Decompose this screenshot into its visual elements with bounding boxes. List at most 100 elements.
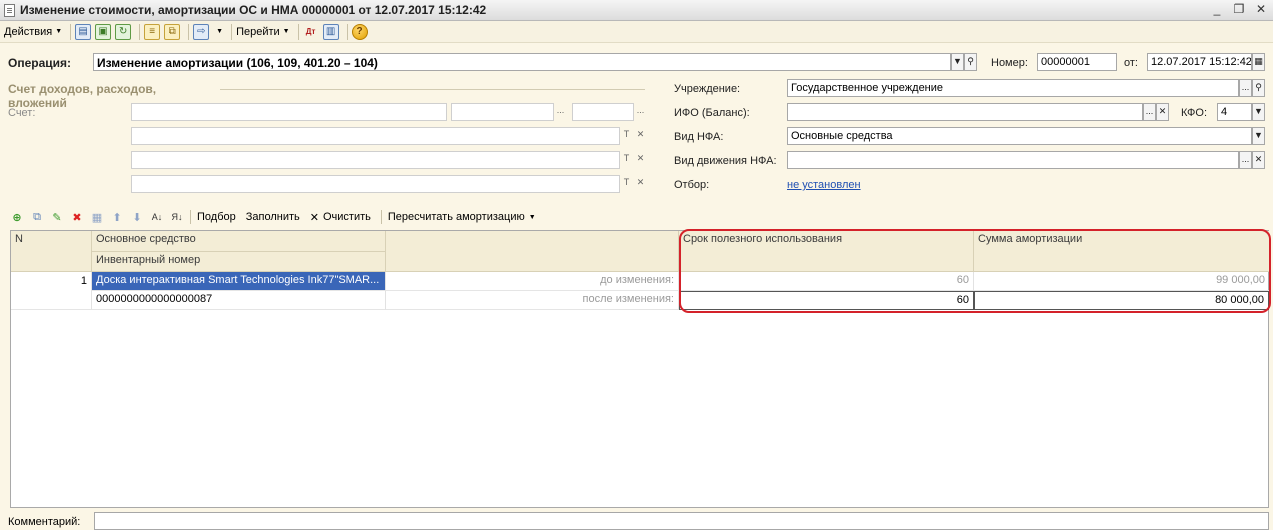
clear-icon[interactable]: ✕: [634, 151, 647, 169]
toolbar-separator: [346, 23, 348, 40]
filter-label: Отбор:: [674, 179, 710, 191]
highlight-annotation: [679, 229, 1271, 313]
toolbar-separator: [188, 23, 190, 40]
copy-document-icon[interactable]: ⧉: [164, 23, 181, 40]
copy-row-icon[interactable]: ⧉: [30, 210, 44, 224]
move-up-icon[interactable]: ⬆: [110, 210, 124, 224]
ifo-clear-icon[interactable]: ✕: [1156, 103, 1169, 121]
clear-button[interactable]: ✕ Очистить: [310, 211, 371, 224]
asset-cell[interactable]: Доска интерактивная Smart Technologies I…: [92, 272, 386, 291]
goto-menu-label: Перейти: [236, 25, 280, 38]
kfo-field[interactable]: 4: [1217, 103, 1252, 121]
window-title: Изменение стоимости, амортизации ОС и НМ…: [20, 3, 487, 17]
clear-button-label: Очистить: [322, 211, 371, 223]
inventory-cell[interactable]: 0000000000000000087: [92, 291, 386, 310]
text-type-icon[interactable]: T: [620, 151, 633, 169]
calendar-icon[interactable]: ▦: [1252, 53, 1265, 71]
window-titlebar: Изменение стоимости, амортизации ОС и НМ…: [0, 0, 1273, 21]
actions-menu[interactable]: Действия ▼: [4, 26, 62, 38]
document-icon: [4, 3, 15, 17]
ifo-field[interactable]: [787, 103, 1143, 121]
move-down-icon[interactable]: ⬇: [130, 210, 144, 224]
operation-dropdown-button[interactable]: ▼: [951, 53, 964, 71]
number-field[interactable]: 00000001: [1037, 53, 1117, 71]
account-field[interactable]: [131, 103, 447, 121]
comment-field[interactable]: [94, 512, 1269, 530]
account-subfield-1-select-button[interactable]: ...: [554, 103, 567, 121]
add-row-icon[interactable]: ⊕: [10, 210, 24, 224]
select-button[interactable]: Подбор: [197, 211, 236, 223]
after-change-label: после изменения:: [386, 291, 679, 310]
kfo-dropdown-button[interactable]: ▼: [1252, 103, 1265, 121]
nfa-movement-field[interactable]: [787, 151, 1239, 169]
dropdown-arrow-icon: ▼: [216, 28, 224, 35]
ifo-select-button[interactable]: ...: [1143, 103, 1156, 121]
column-header-inventory[interactable]: Инвентарный номер: [92, 252, 386, 272]
document-movements-icon[interactable]: ≡: [144, 23, 161, 40]
nfa-type-label: Вид НФА:: [674, 131, 724, 143]
post-document-icon[interactable]: ▣: [95, 23, 112, 40]
row-number[interactable]: 1: [11, 272, 92, 310]
operation-search-icon[interactable]: ⚲: [964, 53, 977, 71]
close-window-button[interactable]: ✕: [1253, 2, 1269, 16]
grid-toolbar-separator: [190, 210, 191, 224]
analytics-field-3[interactable]: [131, 175, 620, 193]
print-form-icon[interactable]: ▥: [322, 23, 339, 40]
institution-search-icon[interactable]: ⚲: [1252, 79, 1265, 97]
text-type-icon[interactable]: T: [620, 127, 633, 145]
grid-toolbar: ⊕ ⧉ ✎ ✖ ▦ ⬆ ⬇ A↓ Я↓ Подбор Заполнить ✕ О…: [10, 207, 546, 227]
save-icon[interactable]: ▤: [75, 23, 92, 40]
recalculate-amortization-menu[interactable]: Пересчитать амортизацию ▼: [388, 211, 536, 223]
debit-credit-icon[interactable]: Дт: [303, 24, 319, 40]
restore-button[interactable]: ❐: [1231, 2, 1247, 16]
clear-icon[interactable]: ✕: [634, 175, 647, 193]
ifo-label: ИФО (Баланс):: [674, 107, 750, 119]
edit-row-icon[interactable]: ✎: [50, 210, 64, 224]
account-subfield-2-select-button[interactable]: ...: [634, 103, 647, 121]
dropdown-arrow-icon: ▼: [528, 213, 536, 221]
sort-descending-icon[interactable]: Я↓: [170, 210, 184, 224]
actions-menu-label: Действия: [4, 25, 53, 38]
account-label: Счет:: [8, 107, 36, 119]
main-toolbar: Действия ▼ ▤ ▣ ↻ ≡ ⧉ ⇨ ▼ Перейти ▼ Дт ▥ …: [0, 21, 1273, 43]
end-edit-icon[interactable]: ▦: [90, 210, 104, 224]
help-icon[interactable]: ?: [351, 23, 368, 40]
nfa-type-field[interactable]: Основные средства: [787, 127, 1252, 145]
section-divider: [220, 89, 645, 90]
number-label: Номер:: [991, 57, 1028, 69]
institution-field[interactable]: Государственное учреждение: [787, 79, 1239, 97]
sort-ascending-icon[interactable]: A↓: [150, 210, 164, 224]
minimize-button[interactable]: _: [1209, 2, 1225, 16]
fill-button[interactable]: Заполнить: [246, 211, 300, 223]
date-label: от:: [1124, 57, 1138, 69]
nfa-type-dropdown-button[interactable]: ▼: [1252, 127, 1265, 145]
grid-toolbar-separator: [380, 210, 382, 224]
analytics-field-1[interactable]: [131, 127, 620, 145]
column-header-n[interactable]: N: [11, 231, 92, 272]
analytics-field-2[interactable]: [131, 151, 620, 169]
toolbar-separator: [231, 23, 233, 40]
date-field[interactable]: 12.07.2017 15:12:42: [1147, 53, 1252, 71]
column-header-asset[interactable]: Основное средство: [92, 231, 386, 252]
clear-icon[interactable]: ✕: [634, 127, 647, 145]
based-on-menu[interactable]: ⇨ ▼: [193, 23, 224, 40]
goto-menu[interactable]: Перейти ▼: [236, 26, 290, 38]
create-based-on-icon: ⇨: [193, 23, 210, 40]
operation-field[interactable]: Изменение амортизации (106, 109, 401.20 …: [93, 53, 951, 71]
delete-row-icon[interactable]: ✖: [70, 210, 84, 224]
filter-link[interactable]: не установлен: [787, 179, 861, 191]
text-type-icon[interactable]: T: [620, 175, 633, 193]
account-subfield-2[interactable]: [572, 103, 634, 121]
operation-label: Операция:: [8, 56, 72, 70]
recalculate-amortization-label: Пересчитать амортизацию: [387, 211, 525, 223]
account-subfield-1[interactable]: [451, 103, 554, 121]
institution-select-button[interactable]: ...: [1239, 79, 1252, 97]
column-header-label: [386, 231, 679, 272]
refresh-icon[interactable]: ↻: [115, 23, 132, 40]
nfa-movement-select-button[interactable]: ...: [1239, 151, 1252, 169]
nfa-movement-clear-icon[interactable]: ✕: [1252, 151, 1265, 169]
nfa-movement-label: Вид движения НФА:: [674, 155, 777, 167]
kfo-label: КФО:: [1181, 107, 1208, 119]
toolbar-separator: [139, 23, 141, 40]
toolbar-separator: [297, 23, 299, 40]
